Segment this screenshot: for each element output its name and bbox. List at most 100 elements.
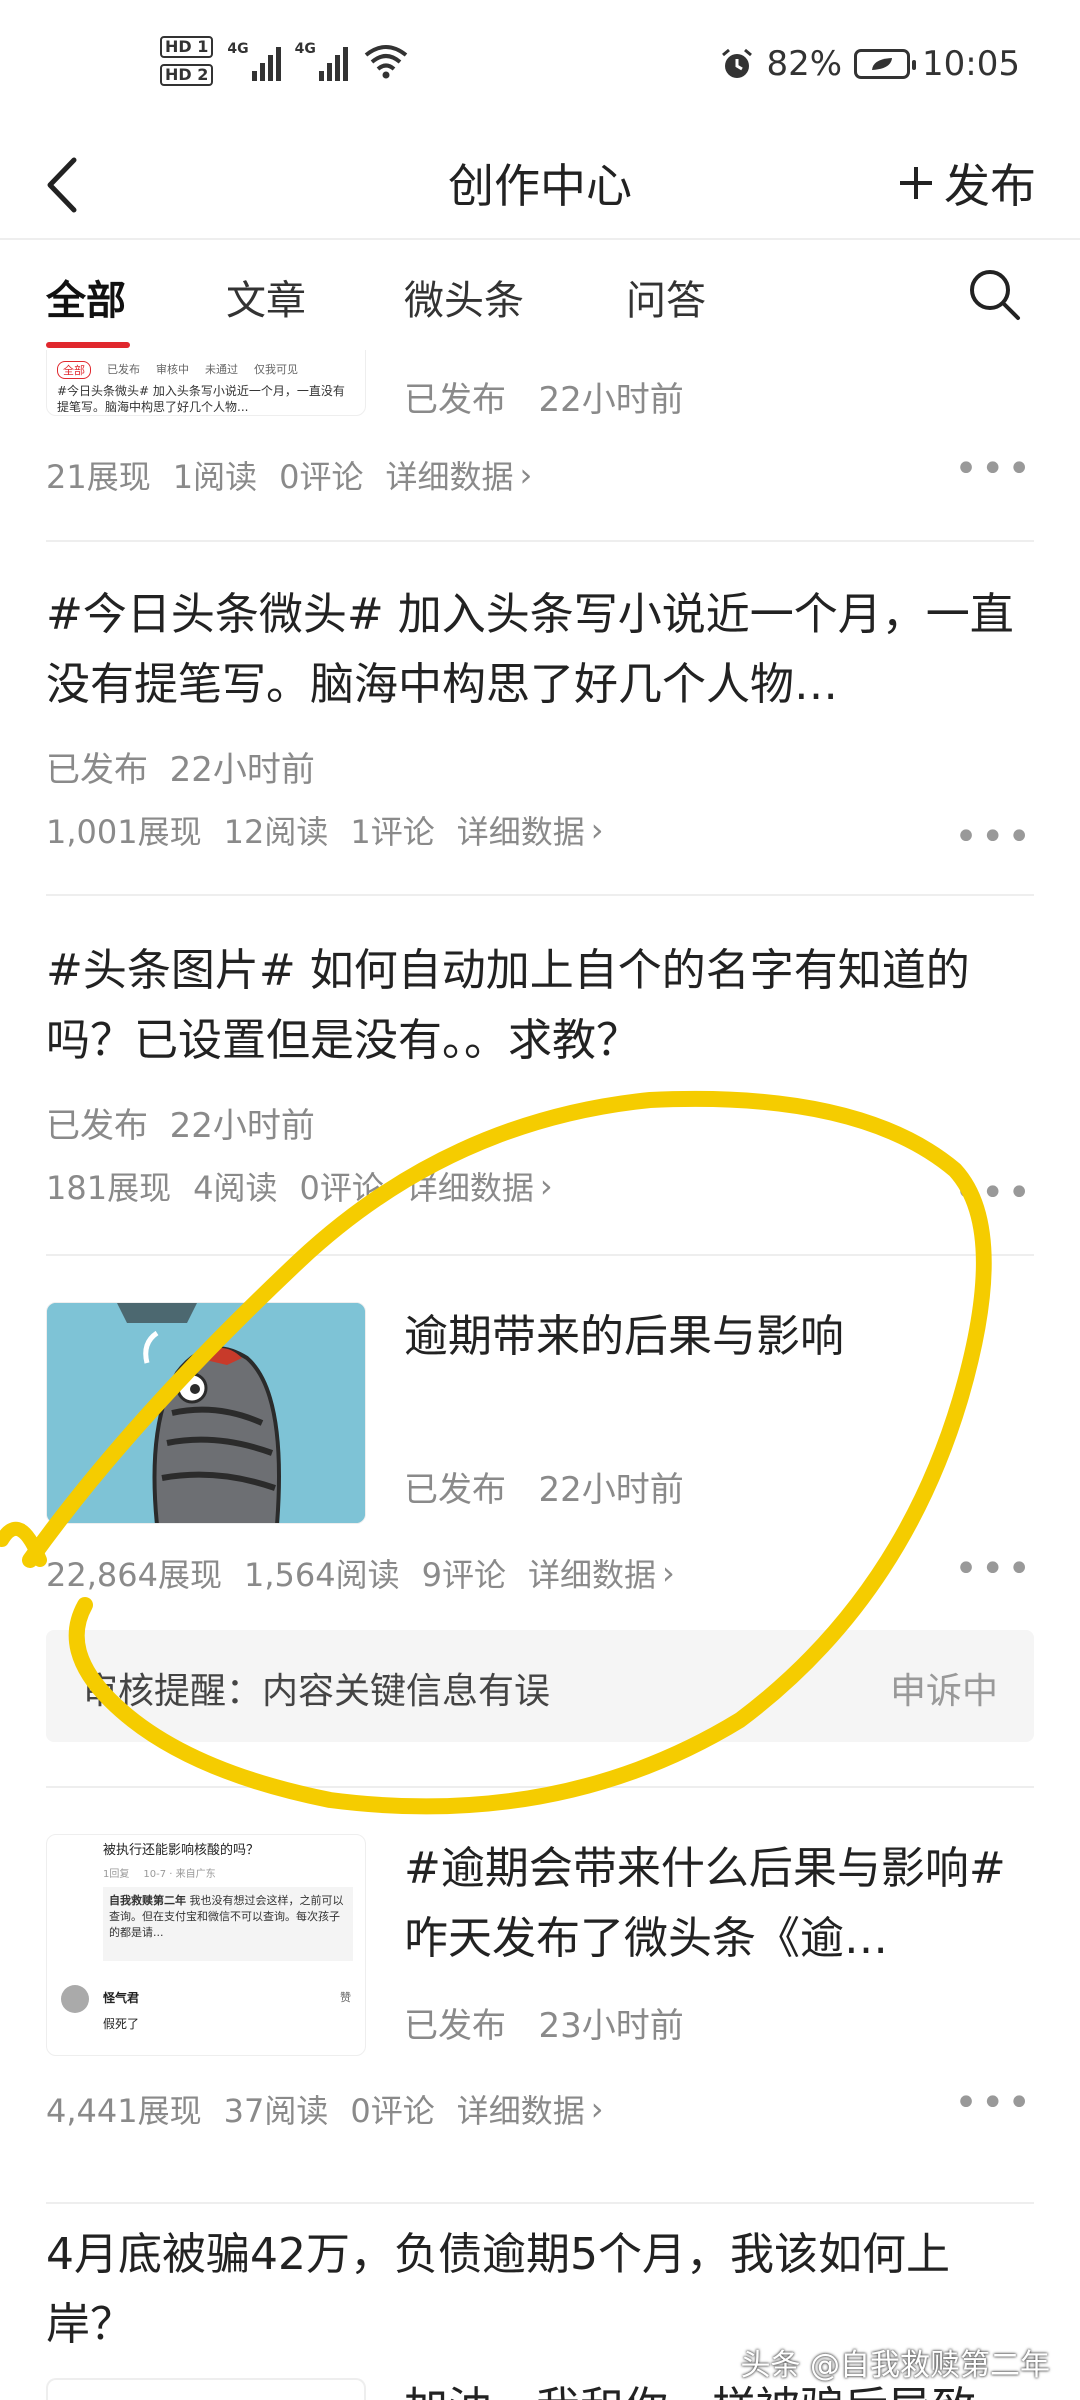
publish-button[interactable]: 发布 — [898, 150, 1036, 216]
review-notice[interactable]: 审核提醒：内容关键信息有误 申诉中 — [46, 1630, 1034, 1742]
thumb-question: 被执行还能影响核酸的吗？ — [103, 1843, 260, 1858]
more-icon[interactable]: ••• — [954, 2080, 1034, 2126]
detail-data-link[interactable]: 详细数据 › — [385, 452, 532, 498]
post-time: 22小时前 — [169, 1106, 315, 1146]
hd-indicator: HD 1 HD 2 — [160, 36, 214, 86]
chevron-right-icon: › — [590, 2090, 604, 2128]
post-title: 4月底被骗42万，负债逾期5个月，我该如何上岸？ — [46, 2229, 950, 2350]
post-stats: 21展现 1阅读 0评论 详细数据 › — [46, 452, 1034, 498]
plus-icon — [900, 167, 932, 199]
thumb-user: 怪气君 — [103, 1991, 140, 2005]
hd1-badge: HD 1 — [160, 36, 214, 58]
views-count: 21展现 — [46, 458, 151, 496]
post-status: 已发布 — [404, 2006, 506, 2046]
detail-data-link[interactable]: 详细数据 › — [528, 1550, 675, 1596]
thumb-tab: 全部 — [57, 361, 91, 379]
chevron-right-icon: › — [662, 1554, 675, 1592]
post-meta: 已发布 22小时前 — [404, 372, 684, 421]
hd2-badge: HD 2 — [160, 64, 214, 86]
active-tab-indicator — [46, 342, 130, 348]
signal-icon: 4G — [227, 41, 281, 81]
tab-qa[interactable]: 问答 — [626, 268, 706, 326]
post-stats: 1,001展现 12阅读 1评论 详细数据 › — [46, 807, 1034, 853]
post-meta: 已发布 23小时前 — [404, 1998, 684, 2047]
thumb-reply: 1回复 — [103, 1869, 130, 1880]
list-item[interactable]: #头条图片# 如何自动加上自个的名字有知道的吗？已设置但是没有。。求教？ 已发布… — [46, 936, 1034, 1216]
post-status: 已发布 — [46, 1106, 148, 1146]
post-stats: 22,864展现 1,564阅读 9评论 详细数据 › — [46, 1550, 675, 1596]
thumb-tab: 未通过 — [205, 363, 238, 376]
chevron-right-icon: › — [539, 1167, 553, 1205]
comments-count: 0评论 — [299, 1169, 384, 1207]
tab-micro-posts[interactable]: 微头条 — [404, 268, 524, 326]
post-time: 22小时前 — [538, 380, 684, 420]
comments-count: 9评论 — [421, 1556, 506, 1594]
views-count: 22,864展现 — [46, 1556, 222, 1594]
reads-count: 4阅读 — [193, 1169, 278, 1207]
signal-icon-2: 4G — [295, 41, 348, 81]
more-icon[interactable]: ••• — [954, 446, 1034, 492]
post-thumbnail — [46, 2378, 366, 2400]
post-thumbnail — [46, 1302, 366, 1524]
search-icon[interactable] — [966, 266, 1022, 322]
thumb-like: 赞 — [340, 1991, 351, 2004]
thumb-text: #今日头条微头# 加入头条写小说近一个月，一直没有提笔写。脑海中构思了好几个人物… — [57, 384, 345, 414]
publish-label: 发布 — [944, 159, 1036, 213]
thumb-tab: 审核中 — [156, 363, 189, 376]
review-notice-label: 审核提醒：内容关键信息有误 — [82, 1671, 551, 1712]
comments-count: 0评论 — [350, 2092, 435, 2130]
reads-count: 37阅读 — [223, 2092, 329, 2130]
post-time: 23小时前 — [538, 2006, 684, 2046]
comments-count: 0评论 — [279, 458, 364, 496]
views-count: 181展现 — [46, 1169, 172, 1207]
post-title: #今日头条微头# 加入头条写小说近一个月，一直没有提笔写。脑海中构思了好几个人物… — [46, 589, 1014, 710]
post-time: 22小时前 — [538, 1470, 684, 1510]
detail-data-link[interactable]: 详细数据 › — [406, 1163, 553, 1209]
more-icon[interactable]: ••• — [954, 1546, 1034, 1592]
thumb-tab: 已发布 — [107, 363, 140, 376]
clock: 10:05 — [922, 44, 1020, 84]
watermark: 头条 @自我救赎第二年 — [740, 2348, 1050, 2383]
cat-illustration-image — [47, 1303, 365, 1523]
post-stats: 4,441展现 37阅读 0评论 详细数据 › — [46, 2086, 1034, 2132]
more-icon[interactable]: ••• — [954, 1170, 1034, 1216]
post-thumbnail: 全部 已发布 审核中 未通过 仅我可见 #今日头条微头# 加入头条写小说近一个月… — [46, 350, 366, 416]
nav-bar: 创作中心 发布 — [0, 130, 1080, 240]
detail-data-link[interactable]: 详细数据 › — [457, 2086, 604, 2132]
tab-all[interactable]: 全部 — [46, 268, 126, 326]
divider — [46, 894, 1034, 896]
post-status: 已发布 — [46, 750, 148, 790]
thumb-avatar — [61, 1985, 89, 2013]
post-title: 逾期带来的后果与影响 — [404, 1311, 844, 1362]
wifi-icon — [364, 45, 408, 79]
status-bar: HD 1 HD 2 4G 4G 82% 10:05 — [0, 0, 1080, 130]
post-title: #逾期会带来什么后果与影响# 咋天发布了微头条《逾… — [404, 1843, 1006, 1964]
appeal-status: 申诉中 — [889, 1671, 998, 1712]
detail-data-link[interactable]: 详细数据 › — [457, 807, 604, 853]
post-title: #头条图片# 如何自动加上自个的名字有知道的吗？已设置但是没有。。求教？ — [46, 945, 970, 1066]
thumb-date: 10-7 · 来自广东 — [143, 1869, 216, 1880]
post-list: 全部 已发布 审核中 未通过 仅我可见 #今日头条微头# 加入头条写小说近一个月… — [0, 350, 1080, 2400]
post-meta: 已发布 22小时前 — [46, 1098, 1034, 1147]
thumb-tab: 仅我可见 — [254, 363, 298, 376]
views-count: 4,441展现 — [46, 2092, 202, 2130]
divider — [46, 1254, 1034, 1256]
battery-icon — [854, 49, 917, 79]
post-time: 22小时前 — [169, 750, 315, 790]
views-count: 1,001展现 — [46, 813, 202, 851]
reads-count: 12阅读 — [223, 813, 329, 851]
post-meta: 已发布 22小时前 — [46, 742, 1034, 791]
list-item[interactable]: #今日头条微头# 加入头条写小说近一个月，一直没有提笔写。脑海中构思了好几个人物… — [46, 580, 1034, 860]
tab-bar: 全部 文章 微头条 问答 — [0, 242, 1080, 350]
tab-articles[interactable]: 文章 — [226, 268, 306, 326]
comments-count: 1评论 — [350, 813, 435, 851]
thumb-comment: 假死了 — [103, 2017, 140, 2031]
chevron-right-icon: › — [519, 456, 533, 494]
post-status: 已发布 — [404, 380, 506, 420]
more-icon[interactable]: ••• — [954, 814, 1034, 860]
post-status: 已发布 — [404, 1470, 506, 1510]
divider — [46, 540, 1034, 542]
divider — [46, 1786, 1034, 1788]
thumb-author: 自我救赎第二年 — [109, 1894, 186, 1907]
post-thumbnail: 被执行还能影响核酸的吗？ 1回复 10-7 · 来自广东 自我救赎第二年 我也没… — [46, 1834, 366, 2056]
